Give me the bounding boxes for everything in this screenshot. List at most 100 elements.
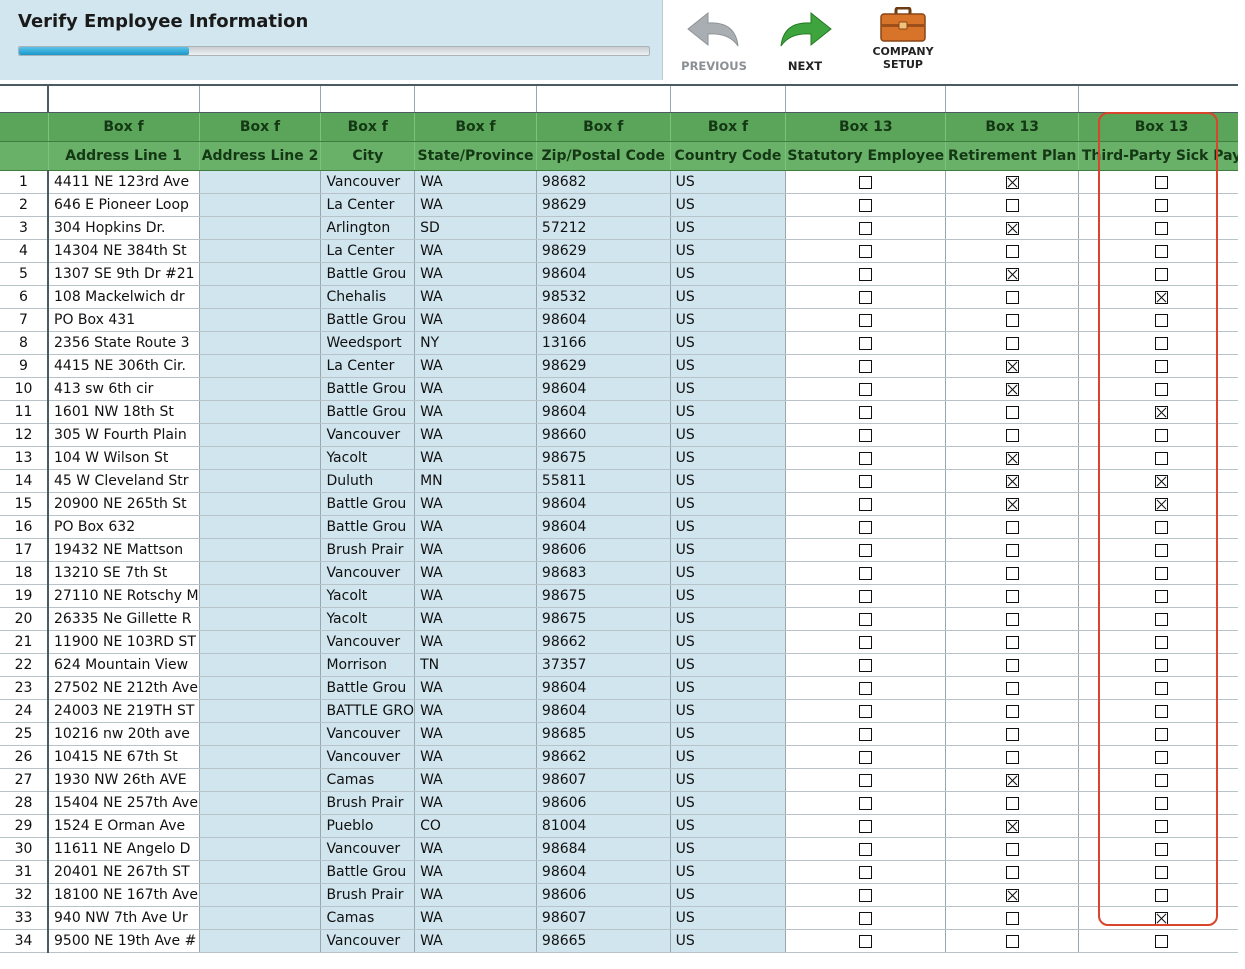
cell-country-code[interactable]: US (670, 906, 787, 930)
cell-address-line-1[interactable]: 4411 NE 123rd Ave (48, 170, 200, 194)
cell-state-province[interactable]: WA (414, 929, 537, 953)
cell-country-code[interactable]: US (670, 791, 787, 815)
cell-address-line-1[interactable]: 20401 NE 267th ST (48, 860, 200, 884)
company-setup-button[interactable]: COMPANY SETUP (858, 0, 948, 80)
cell-address-line-2[interactable] (199, 745, 322, 769)
cell-address-line-1[interactable]: 304 Hopkins Dr. (48, 216, 200, 240)
cell-state-province[interactable]: WA (414, 538, 537, 562)
cell-city[interactable]: Vancouver (320, 561, 416, 585)
third-party-sick-pay-checkbox[interactable] (1155, 451, 1169, 465)
cell-zip-postal-code[interactable]: 98629 (536, 239, 671, 263)
cell-country-code[interactable]: US (670, 538, 787, 562)
cell-country-code[interactable]: US (670, 331, 787, 355)
retirement-plan-checkbox[interactable] (1005, 497, 1019, 511)
cell-city[interactable]: Vancouver (320, 170, 416, 194)
cell-city[interactable]: Battle Grou (320, 515, 416, 539)
cell-address-line-1[interactable]: 11900 NE 103RD ST (48, 630, 200, 654)
cell-city[interactable]: Battle Grou (320, 860, 416, 884)
retirement-plan-checkbox[interactable] (1005, 382, 1019, 396)
retirement-plan-checkbox[interactable] (1005, 566, 1019, 580)
cell-zip-postal-code[interactable]: 37357 (536, 653, 671, 677)
cell-zip-postal-code[interactable]: 98606 (536, 883, 671, 907)
cell-city[interactable]: Pueblo (320, 814, 416, 838)
retirement-plan-checkbox[interactable] (1005, 727, 1019, 741)
statutory-employee-checkbox[interactable] (859, 819, 873, 833)
retirement-plan-checkbox[interactable] (1005, 681, 1019, 695)
third-party-sick-pay-checkbox[interactable] (1155, 865, 1169, 879)
cell-state-province[interactable]: WA (414, 745, 537, 769)
cell-address-line-1[interactable]: 10415 NE 67th St (48, 745, 200, 769)
statutory-employee-checkbox[interactable] (859, 497, 873, 511)
cell-city[interactable]: Vancouver (320, 722, 416, 746)
retirement-plan-checkbox[interactable] (1005, 267, 1019, 281)
statutory-employee-checkbox[interactable] (859, 704, 873, 718)
statutory-employee-checkbox[interactable] (859, 336, 873, 350)
cell-address-line-1[interactable]: 13210 SE 7th St (48, 561, 200, 585)
retirement-plan-checkbox[interactable] (1005, 819, 1019, 833)
cell-state-province[interactable]: WA (414, 308, 537, 332)
statutory-employee-checkbox[interactable] (859, 842, 873, 856)
retirement-plan-checkbox[interactable] (1005, 888, 1019, 902)
third-party-sick-pay-checkbox[interactable] (1155, 382, 1169, 396)
cell-city[interactable]: Vancouver (320, 745, 416, 769)
cell-country-code[interactable]: US (670, 630, 787, 654)
third-party-sick-pay-checkbox[interactable] (1155, 497, 1169, 511)
cell-city[interactable]: Battle Grou (320, 262, 416, 286)
cell-zip-postal-code[interactable]: 98675 (536, 446, 671, 470)
statutory-employee-checkbox[interactable] (859, 612, 873, 626)
retirement-plan-checkbox[interactable] (1005, 405, 1019, 419)
cell-city[interactable]: Brush Prair (320, 791, 416, 815)
cell-zip-postal-code[interactable]: 57212 (536, 216, 671, 240)
cell-address-line-2[interactable] (199, 354, 322, 378)
next-button[interactable]: NEXT (767, 0, 843, 80)
third-party-sick-pay-checkbox[interactable] (1155, 819, 1169, 833)
cell-zip-postal-code[interactable]: 55811 (536, 469, 671, 493)
cell-zip-postal-code[interactable]: 81004 (536, 814, 671, 838)
cell-country-code[interactable]: US (670, 515, 787, 539)
statutory-employee-checkbox[interactable] (859, 520, 873, 534)
third-party-sick-pay-checkbox[interactable] (1155, 566, 1169, 580)
cell-country-code[interactable]: US (670, 584, 787, 608)
statutory-employee-checkbox[interactable] (859, 543, 873, 557)
cell-city[interactable]: La Center (320, 354, 416, 378)
cell-address-line-1[interactable]: 14304 NE 384th St (48, 239, 200, 263)
statutory-employee-checkbox[interactable] (859, 428, 873, 442)
column-header-address-line-2[interactable]: Address Line 2 (199, 141, 322, 171)
third-party-sick-pay-checkbox[interactable] (1155, 842, 1169, 856)
cell-address-line-2[interactable] (199, 170, 322, 194)
cell-state-province[interactable]: WA (414, 262, 537, 286)
cell-country-code[interactable]: US (670, 285, 787, 309)
cell-city[interactable]: Weedsport (320, 331, 416, 355)
cell-zip-postal-code[interactable]: 98629 (536, 354, 671, 378)
retirement-plan-checkbox[interactable] (1005, 773, 1019, 787)
retirement-plan-checkbox[interactable] (1005, 428, 1019, 442)
cell-zip-postal-code[interactable]: 98604 (536, 492, 671, 516)
cell-state-province[interactable]: WA (414, 446, 537, 470)
cell-state-province[interactable]: WA (414, 860, 537, 884)
cell-address-line-2[interactable] (199, 584, 322, 608)
cell-state-province[interactable]: WA (414, 492, 537, 516)
third-party-sick-pay-checkbox[interactable] (1155, 727, 1169, 741)
cell-zip-postal-code[interactable]: 98604 (536, 515, 671, 539)
statutory-employee-checkbox[interactable] (859, 382, 873, 396)
statutory-employee-checkbox[interactable] (859, 934, 873, 948)
cell-city[interactable]: Brush Prair (320, 538, 416, 562)
column-header-city[interactable]: City (320, 141, 416, 171)
column-header-retirement-plan[interactable]: Retirement Plan (945, 141, 1080, 171)
cell-zip-postal-code[interactable]: 98660 (536, 423, 671, 447)
third-party-sick-pay-checkbox[interactable] (1155, 796, 1169, 810)
statutory-employee-checkbox[interactable] (859, 221, 873, 235)
cell-address-line-1[interactable]: 24003 NE 219TH ST (48, 699, 200, 723)
cell-address-line-2[interactable] (199, 377, 322, 401)
cell-country-code[interactable]: US (670, 561, 787, 585)
cell-address-line-1[interactable]: 413 sw 6th cir (48, 377, 200, 401)
cell-zip-postal-code[interactable]: 98662 (536, 745, 671, 769)
statutory-employee-checkbox[interactable] (859, 796, 873, 810)
statutory-employee-checkbox[interactable] (859, 727, 873, 741)
retirement-plan-checkbox[interactable] (1005, 451, 1019, 465)
cell-state-province[interactable]: WA (414, 768, 537, 792)
cell-zip-postal-code[interactable]: 98685 (536, 722, 671, 746)
third-party-sick-pay-checkbox[interactable] (1155, 520, 1169, 534)
third-party-sick-pay-checkbox[interactable] (1155, 336, 1169, 350)
cell-state-province[interactable]: WA (414, 400, 537, 424)
